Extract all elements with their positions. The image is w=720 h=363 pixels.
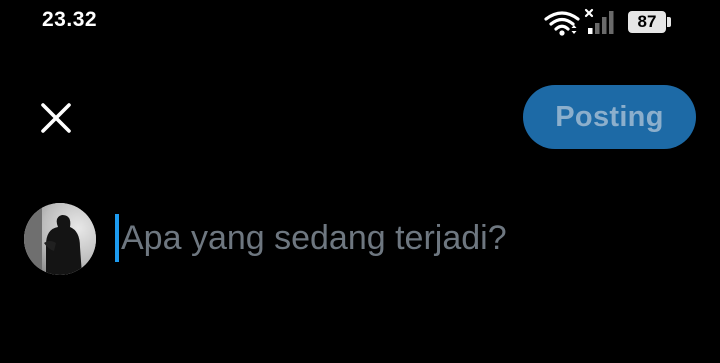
post-button[interactable]: Posting — [523, 85, 696, 149]
avatar[interactable] — [24, 203, 96, 275]
battery-tip — [667, 17, 671, 27]
post-button-label: Posting — [555, 100, 664, 133]
close-button[interactable] — [30, 92, 82, 144]
signal-icon — [584, 8, 614, 34]
close-icon — [41, 103, 71, 133]
status-time: 23.32 — [42, 8, 98, 31]
battery-level: 87 — [628, 11, 666, 33]
status-bar: 23.32 87 — [0, 0, 720, 44]
avatar-image — [24, 203, 96, 275]
compose-post-input[interactable] — [115, 212, 681, 264]
battery-icon: 87 — [628, 11, 672, 35]
wifi-icon — [544, 11, 580, 36]
